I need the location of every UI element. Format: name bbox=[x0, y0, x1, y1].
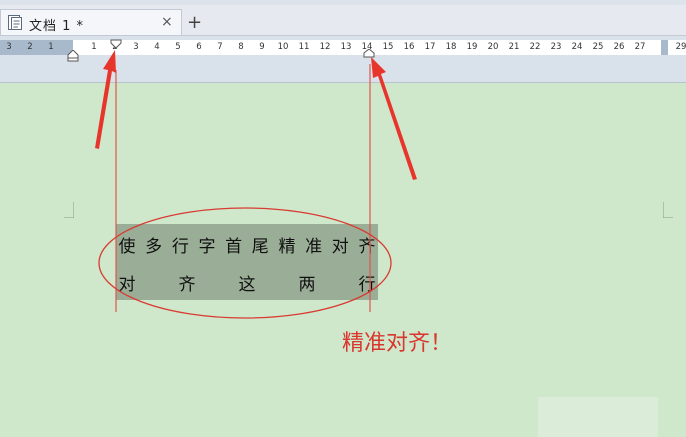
character: 对 bbox=[331, 237, 349, 257]
ruler-number: 15 bbox=[382, 42, 394, 52]
ruler-number: 16 bbox=[403, 42, 415, 52]
ruler-number: 23 bbox=[550, 42, 562, 52]
ruler-number: 9 bbox=[259, 42, 265, 52]
ruler-number: 17 bbox=[424, 42, 436, 52]
tab-document[interactable]: 文档 1 * × bbox=[0, 9, 182, 35]
new-tab-button[interactable]: + bbox=[187, 14, 202, 32]
ruler-number: 2 bbox=[27, 42, 33, 52]
ruler-number: 8 bbox=[238, 42, 244, 52]
character: 使 bbox=[118, 237, 136, 257]
character: 对 bbox=[118, 275, 136, 295]
left-indent-marker[interactable] bbox=[67, 50, 79, 62]
document-icon bbox=[7, 14, 23, 31]
horizontal-ruler[interactable]: 3 2 1 1 2 3 4 5 6 7 8 9 10 11 12 13 14 1… bbox=[0, 40, 686, 55]
ruler-number: 29 bbox=[675, 42, 686, 52]
ruler-number: 27 bbox=[634, 42, 646, 52]
ruler-number: 19 bbox=[466, 42, 478, 52]
right-indent-marker[interactable] bbox=[363, 49, 375, 58]
ruler-number: 1 bbox=[48, 42, 54, 52]
ruler-number: 22 bbox=[529, 42, 541, 52]
first-line-indent-marker[interactable] bbox=[110, 39, 122, 49]
ruler-number: 12 bbox=[319, 42, 331, 52]
close-icon[interactable]: × bbox=[161, 13, 173, 31]
ruler-number: 25 bbox=[592, 42, 604, 52]
character: 齐 bbox=[358, 237, 376, 257]
annotation-text: 精准对齐！ bbox=[342, 331, 453, 356]
ruler-number: 4 bbox=[154, 42, 160, 52]
watermark-blur bbox=[538, 397, 658, 437]
character: 准 bbox=[305, 237, 323, 257]
margin-corner-left bbox=[64, 202, 74, 218]
character: 两 bbox=[298, 275, 316, 295]
text-line-2[interactable]: 对 齐 这 两 行 bbox=[116, 270, 378, 295]
ruler-number: 3 bbox=[133, 42, 139, 52]
ruler-number: 11 bbox=[298, 42, 310, 52]
ruler-bar: 3 2 1 1 2 3 4 5 6 7 8 9 10 11 12 13 14 1… bbox=[0, 36, 686, 83]
character: 精 bbox=[278, 237, 296, 257]
ruler-number: 26 bbox=[613, 42, 625, 52]
ruler-number: 1 bbox=[91, 42, 97, 52]
tab-title: 文档 1 * bbox=[29, 19, 85, 34]
ruler-number: 6 bbox=[196, 42, 202, 52]
ruler-number: 18 bbox=[445, 42, 457, 52]
ruler-number: 10 bbox=[277, 42, 289, 52]
ruler-number: 21 bbox=[508, 42, 520, 52]
text-line-1[interactable]: 使 多 行 字 首 尾 精 准 对 齐 bbox=[116, 232, 378, 257]
ruler-number: 5 bbox=[175, 42, 181, 52]
character: 字 bbox=[198, 237, 216, 257]
ruler-number: 20 bbox=[487, 42, 499, 52]
character: 尾 bbox=[251, 237, 269, 257]
character: 行 bbox=[171, 237, 189, 257]
character: 首 bbox=[225, 237, 243, 257]
character: 这 bbox=[238, 275, 256, 295]
ruler-number: 3 bbox=[6, 42, 12, 52]
character: 行 bbox=[358, 275, 376, 295]
ruler-number: 7 bbox=[217, 42, 223, 52]
character: 齐 bbox=[178, 275, 196, 295]
tab-bar: 文档 1 * × + bbox=[0, 5, 686, 36]
character: 多 bbox=[145, 237, 163, 257]
ruler-number: 13 bbox=[340, 42, 352, 52]
margin-corner-right bbox=[663, 202, 673, 218]
ruler-number: 24 bbox=[571, 42, 583, 52]
